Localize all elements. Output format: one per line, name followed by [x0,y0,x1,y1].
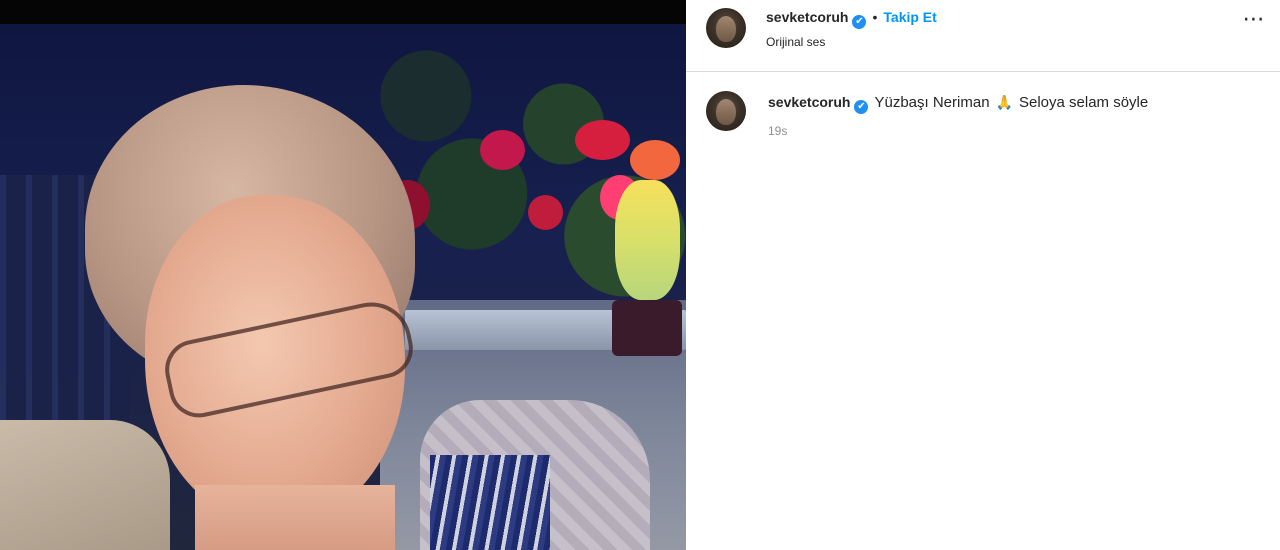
flower-red-2 [575,120,630,160]
verified-badge-icon: ✔ [852,15,867,29]
comment-username[interactable]: sevketcoruh [768,94,850,110]
post-media-video[interactable] [0,0,686,550]
post-header: sevketcoruh ✔ • Takip Et Orijinal ses ⋯ [686,0,1280,72]
comment-timestamp[interactable]: 19s [768,124,787,138]
author-username[interactable]: sevketcoruh [766,9,848,25]
flower-red-3 [528,195,563,230]
follow-button[interactable]: Takip Et [883,9,936,25]
instagram-post-view: sevketcoruh ✔ • Takip Et Orijinal ses ⋯ sev… [0,0,1280,550]
separator-dot: • [872,9,878,25]
caption-comment: sevketcoruh ✔ Yüzbaşı Neriman 🙏 Seloya selam… [686,72,1280,152]
comment-author-avatar[interactable] [706,91,746,131]
flower-pot [612,300,682,356]
author-line: sevketcoruh ✔ • Takip Et [766,9,937,29]
praying-hands-emoji: 🙏 [995,94,1013,110]
audio-label[interactable]: Orijinal ses [766,35,825,49]
striped-shirt [430,455,550,550]
comment-text: sevketcoruh ✔ Yüzbaşı Neriman 🙏 Seloya selam… [768,94,1148,114]
flower-yellow [615,180,680,300]
author-avatar[interactable] [706,8,746,48]
neck [195,485,395,550]
flower-red-1 [480,130,525,170]
post-side-panel: sevketcoruh ✔ • Takip Et Orijinal ses ⋯ sev… [686,0,1280,550]
woman-figure [85,85,425,550]
more-options-icon[interactable]: ⋯ [1242,8,1266,38]
media-top-bar [0,0,686,24]
flower-orange [630,140,680,180]
verified-badge-icon: ✔ [854,100,869,114]
caption-text-part2: Seloya selam söyle [1018,94,1149,111]
caption-text-part1: Yüzbaşı Neriman [874,94,990,111]
